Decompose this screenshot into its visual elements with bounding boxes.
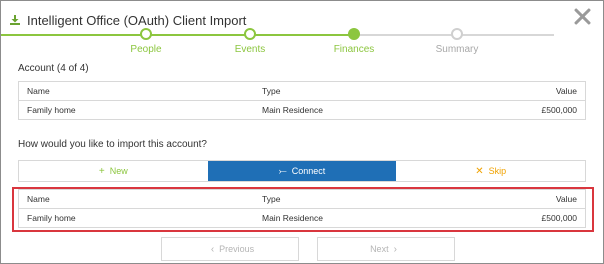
skip-label: Skip (488, 166, 507, 176)
connect-label: Connect (291, 166, 326, 176)
dialog-title: Intelligent Office (OAuth) Client Import (27, 12, 247, 28)
step-dot (244, 28, 256, 40)
column-header-type: Type (262, 86, 281, 96)
step-dot-pending (451, 28, 463, 40)
table-header-row: Name Type Value (19, 82, 585, 101)
column-header-value: Value (555, 86, 577, 96)
step-dot (140, 28, 152, 40)
previous-button[interactable]: ‹ Previous (161, 237, 299, 261)
step-dot-current (348, 28, 360, 40)
step-finances: Finances (314, 28, 394, 55)
connect-icon: ⤚ (278, 165, 287, 177)
progress-stepper: People Events Finances Summary (1, 28, 604, 58)
new-label: New (109, 166, 128, 176)
table-row: Family home Main Residence £500,000 (19, 101, 585, 119)
dialog-header: Intelligent Office (OAuth) Client Import (9, 11, 246, 29)
next-label: Next (370, 244, 389, 254)
cell-type: Main Residence (262, 105, 323, 115)
step-people: People (106, 28, 186, 55)
skip-button[interactable]: ✕ Skip (396, 161, 585, 181)
column-header-name: Name (27, 86, 50, 96)
highlight-box (12, 187, 594, 232)
step-label: Finances (333, 44, 375, 55)
import-dialog: Intelligent Office (OAuth) Client Import… (0, 0, 604, 264)
account-heading: Account (4 of 4) (18, 63, 89, 74)
step-label: People (130, 44, 162, 55)
step-label: Summary (435, 44, 479, 55)
chevron-right-icon: › (393, 243, 397, 255)
cell-value: £500,000 (541, 105, 577, 115)
close-icon[interactable] (571, 5, 593, 27)
chevron-left-icon: ‹ (210, 243, 215, 255)
step-summary: Summary (417, 28, 497, 55)
previous-label: Previous (219, 244, 255, 254)
cell-name: Family home (27, 105, 76, 115)
import-options: + New ⤚ Connect ✕ Skip (18, 160, 586, 182)
skip-x-icon: ✕ (475, 165, 484, 177)
account-table: Name Type Value Family home Main Residen… (18, 81, 586, 120)
step-events: Events (210, 28, 290, 55)
step-label: Events (234, 44, 266, 55)
plus-icon: + (98, 165, 105, 177)
new-button[interactable]: + New (19, 161, 208, 181)
import-question: How would you like to import this accoun… (18, 139, 207, 150)
download-icon (10, 15, 20, 25)
connect-button[interactable]: ⤚ Connect (207, 161, 397, 181)
next-button[interactable]: Next › (317, 237, 455, 261)
